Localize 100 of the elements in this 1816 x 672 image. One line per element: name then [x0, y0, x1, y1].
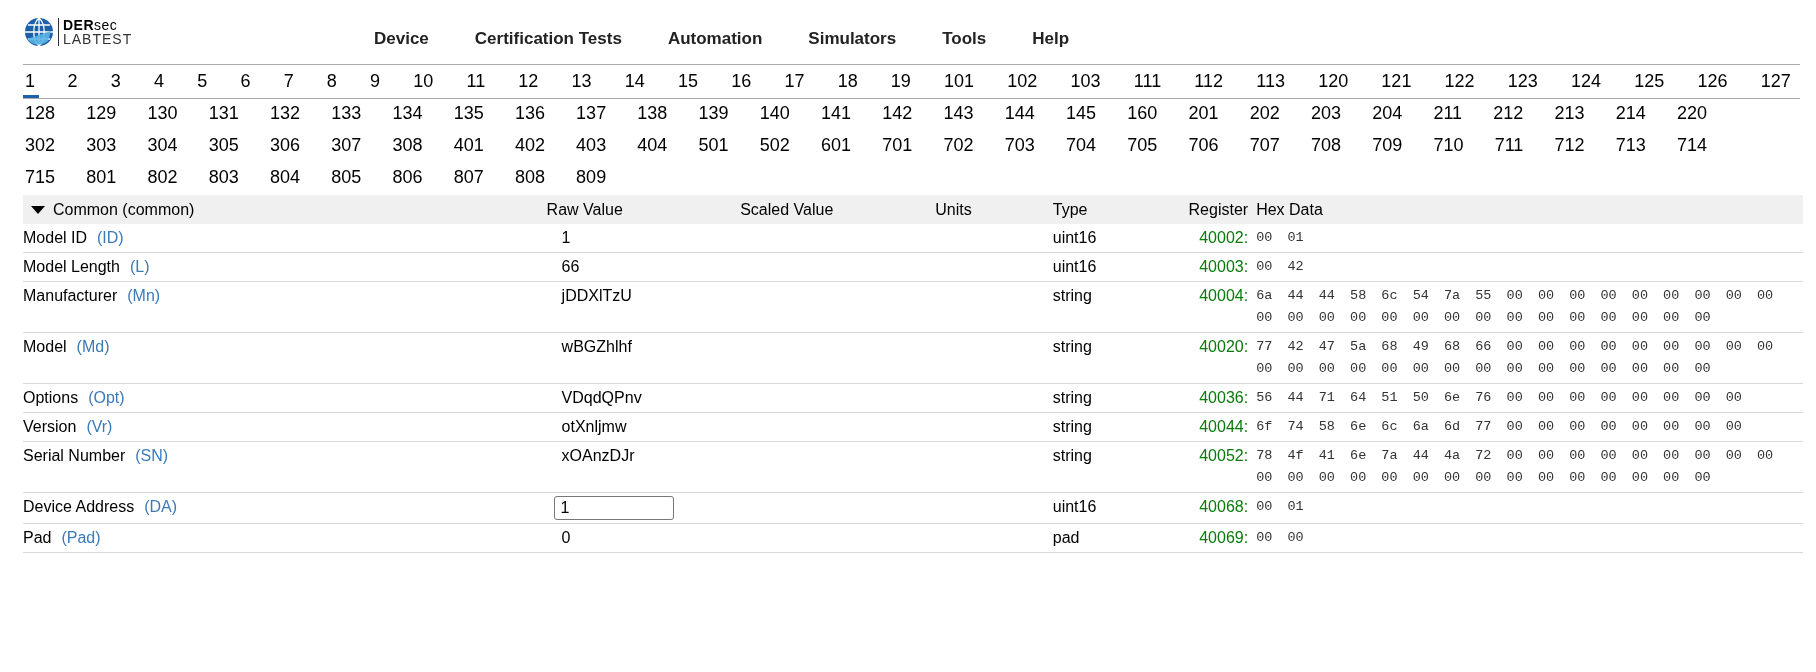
- model-tab[interactable]: 714: [1661, 131, 1723, 163]
- model-tab[interactable]: 102: [990, 65, 1054, 98]
- nav-menu-item[interactable]: Simulators: [808, 29, 897, 49]
- nav-menu-item[interactable]: Certification Tests: [474, 29, 622, 49]
- model-tab[interactable]: 802: [131, 163, 194, 195]
- model-tab[interactable]: 404: [621, 131, 683, 163]
- model-tab[interactable]: 139: [683, 99, 745, 131]
- model-tab[interactable]: 144: [989, 99, 1051, 131]
- model-tab[interactable]: 306: [254, 131, 316, 163]
- model-tab[interactable]: 707: [1234, 131, 1296, 163]
- model-tab[interactable]: 304: [131, 131, 194, 163]
- model-tab[interactable]: 502: [744, 131, 806, 163]
- model-tab[interactable]: 18: [821, 65, 875, 98]
- model-tab[interactable]: 708: [1295, 131, 1357, 163]
- model-tab[interactable]: 143: [927, 99, 990, 131]
- model-tab[interactable]: 307: [315, 131, 377, 163]
- nav-menu-item[interactable]: Device: [374, 29, 429, 49]
- value-input-field[interactable]: 1: [553, 496, 674, 520]
- model-tab[interactable]: 212: [1477, 99, 1539, 131]
- model-tab[interactable]: 213: [1538, 99, 1601, 131]
- model-tab[interactable]: 131: [193, 99, 255, 131]
- model-tab[interactable]: 214: [1600, 99, 1662, 131]
- model-tab[interactable]: 142: [866, 99, 928, 131]
- model-tab[interactable]: 402: [499, 131, 561, 163]
- nav-menu-item[interactable]: Tools: [942, 29, 987, 49]
- model-tab[interactable]: 803: [193, 163, 255, 195]
- model-tab[interactable]: 303: [70, 131, 132, 163]
- model-tab[interactable]: 127: [1744, 65, 1808, 98]
- nav-menu-item[interactable]: Automation: [667, 29, 763, 49]
- model-tab[interactable]: 806: [376, 163, 439, 195]
- model-tab[interactable]: 807: [438, 163, 500, 195]
- model-tab[interactable]: 713: [1600, 131, 1662, 163]
- model-tab[interactable]: 706: [1172, 131, 1235, 163]
- model-tab[interactable]: 308: [376, 131, 439, 163]
- model-tab[interactable]: 125: [1617, 65, 1681, 98]
- model-tab[interactable]: 202: [1234, 99, 1296, 131]
- model-tab[interactable]: 121: [1364, 65, 1428, 98]
- model-tab[interactable]: 403: [560, 131, 622, 163]
- model-tab[interactable]: 124: [1554, 65, 1618, 98]
- model-tab[interactable]: 709: [1356, 131, 1418, 163]
- model-tab[interactable]: 16: [714, 65, 768, 98]
- model-tab[interactable]: 711: [1479, 131, 1539, 163]
- model-tab[interactable]: 111: [1117, 65, 1178, 98]
- model-tab[interactable]: 128: [23, 99, 71, 131]
- model-tab[interactable]: 601: [805, 131, 867, 163]
- model-tab[interactable]: 112: [1177, 65, 1240, 98]
- model-tab[interactable]: 14: [608, 65, 662, 98]
- model-tab[interactable]: 130: [131, 99, 194, 131]
- model-tab[interactable]: 134: [376, 99, 439, 131]
- model-tab[interactable]: 137: [560, 99, 622, 131]
- nav-menu-item[interactable]: Help: [1032, 29, 1070, 49]
- model-tab[interactable]: 805: [315, 163, 377, 195]
- model-tab[interactable]: 3: [94, 65, 138, 98]
- model-tab[interactable]: 4: [137, 65, 181, 98]
- model-tab[interactable]: 113: [1239, 65, 1302, 98]
- model-tab[interactable]: 701: [866, 131, 928, 163]
- model-tab[interactable]: 126: [1680, 65, 1745, 98]
- model-tab[interactable]: 305: [193, 131, 255, 163]
- model-tab[interactable]: 15: [661, 65, 715, 98]
- model-tab[interactable]: 704: [1050, 131, 1112, 163]
- model-tab[interactable]: 302: [23, 131, 71, 163]
- model-tab[interactable]: 10: [396, 65, 450, 98]
- model-tab[interactable]: 705: [1111, 131, 1173, 163]
- model-tab[interactable]: 715: [23, 163, 71, 195]
- model-tab[interactable]: 801: [70, 163, 132, 195]
- model-tab[interactable]: 160: [1111, 99, 1173, 131]
- model-tab[interactable]: 120: [1301, 65, 1365, 98]
- model-tab[interactable]: 133: [315, 99, 377, 131]
- model-tab[interactable]: 13: [554, 65, 609, 98]
- model-tab[interactable]: 211: [1417, 99, 1478, 131]
- model-tab[interactable]: 103: [1053, 65, 1118, 98]
- model-tab[interactable]: 122: [1428, 65, 1492, 98]
- model-tab[interactable]: 808: [499, 163, 561, 195]
- model-tab[interactable]: 201: [1172, 99, 1235, 131]
- model-tab[interactable]: 123: [1491, 65, 1555, 98]
- model-tab[interactable]: 135: [438, 99, 500, 131]
- model-tab[interactable]: 712: [1538, 131, 1601, 163]
- model-tab[interactable]: 809: [560, 163, 622, 195]
- model-tab[interactable]: 2: [51, 65, 95, 98]
- model-tab[interactable]: 132: [254, 99, 316, 131]
- model-tab[interactable]: 8: [310, 65, 354, 98]
- model-tab[interactable]: 141: [805, 99, 867, 131]
- model-tab[interactable]: 401: [438, 131, 500, 163]
- model-tab[interactable]: 203: [1295, 99, 1357, 131]
- model-tab[interactable]: 703: [989, 131, 1051, 163]
- model-tab[interactable]: 702: [927, 131, 990, 163]
- model-tab[interactable]: 101: [927, 65, 991, 98]
- model-tab[interactable]: 5: [180, 65, 224, 98]
- model-tab[interactable]: 136: [499, 99, 561, 131]
- model-tab[interactable]: 140: [744, 99, 806, 131]
- model-tab[interactable]: 9: [353, 65, 397, 98]
- model-tab[interactable]: 17: [767, 65, 822, 98]
- model-tab[interactable]: 129: [70, 99, 132, 131]
- model-tab[interactable]: 11: [449, 65, 502, 98]
- model-tab[interactable]: 19: [874, 65, 928, 98]
- model-tab[interactable]: 7: [267, 65, 311, 98]
- model-tab[interactable]: 204: [1356, 99, 1418, 131]
- model-tab[interactable]: 6: [223, 65, 268, 98]
- caret-down-icon[interactable]: [31, 204, 45, 215]
- model-tab[interactable]: 1: [23, 65, 39, 98]
